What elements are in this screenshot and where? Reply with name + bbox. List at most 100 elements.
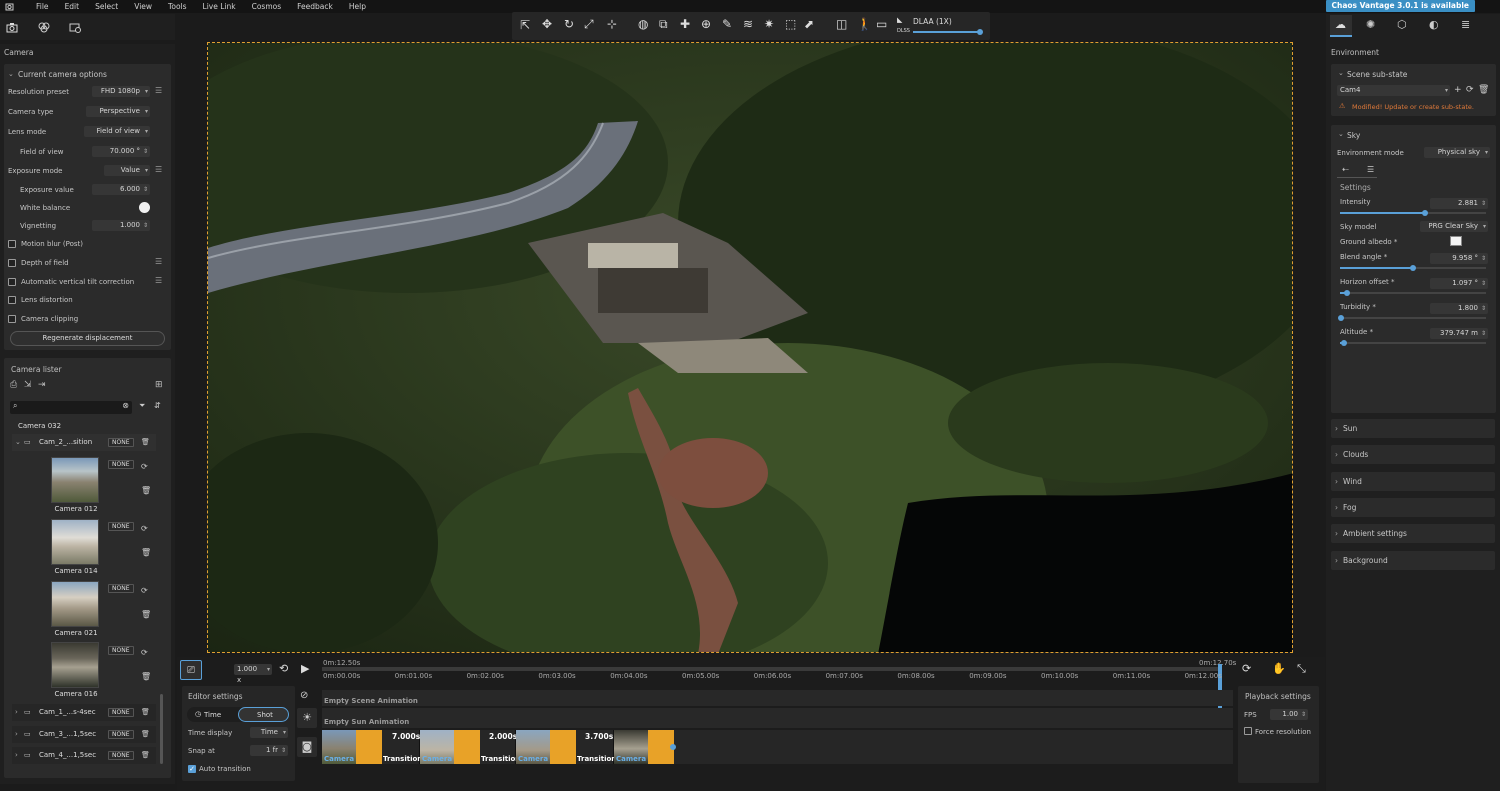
camera-clip[interactable]: Camera — [322, 730, 382, 764]
turbidity-input[interactable]: 1.800 ⇕ — [1430, 303, 1488, 314]
force-resolution-checkbox[interactable] — [1244, 727, 1252, 735]
vignetting-input[interactable]: 1.000 ⇕ — [92, 220, 150, 231]
camera-014-thumbnail[interactable] — [51, 519, 99, 565]
fps-input[interactable]: 1.00 ⇕ — [1270, 709, 1308, 720]
add-asset-icon[interactable]: ✚ — [680, 17, 690, 31]
trash-icon[interactable]: 🗑 — [141, 610, 151, 619]
time-display-select[interactable]: Time ▾ — [250, 727, 288, 738]
fog-section[interactable]: Fog — [1331, 498, 1495, 517]
field-of-view-input[interactable]: 70.000 ° ⇕ — [92, 146, 150, 157]
sliders-icon[interactable]: ☰ — [1367, 165, 1374, 174]
camera-clip[interactable]: Camera — [516, 730, 576, 764]
background-section[interactable]: Background — [1331, 551, 1495, 570]
dlss-icon[interactable]: ◣ — [897, 16, 902, 24]
sequencer-icon[interactable]: ⎚ — [180, 660, 202, 680]
sky-title[interactable]: Sky — [1347, 131, 1360, 140]
intensity-slider-knob[interactable] — [1421, 210, 1428, 216]
exposure-mode-select[interactable]: Value ▾ — [104, 165, 150, 176]
objects-tab-icon[interactable]: ⬡ — [1397, 18, 1407, 31]
chevron-down-icon[interactable]: ⌄ — [1338, 130, 1344, 138]
export-tool-icon[interactable]: ⬈ — [804, 17, 814, 31]
refresh-substate-icon[interactable]: ⟳ — [1466, 85, 1474, 95]
sky-model-select[interactable]: PRG Clear Sky ▾ — [1420, 221, 1488, 232]
timeline-range-bar[interactable] — [322, 667, 1220, 671]
tilt-correction-checkbox[interactable] — [8, 278, 16, 286]
snapshot-icon[interactable]: ◫ — [836, 17, 847, 31]
snap-at-input[interactable]: 1 fr ⇕ — [250, 745, 288, 756]
select-tool-icon[interactable]: ⇱ — [520, 18, 530, 32]
sync-icon[interactable]: ⟳ — [141, 524, 148, 533]
menu-live-link[interactable]: Live Link — [195, 2, 244, 11]
hand-tool-icon[interactable]: ✋ — [1272, 662, 1286, 675]
scatter-tool-icon[interactable]: ≋ — [743, 17, 753, 31]
motion-blur-checkbox[interactable] — [8, 240, 16, 248]
menu-view[interactable]: View — [126, 2, 160, 11]
trash-icon[interactable]: 🗑 — [141, 726, 150, 743]
altitude-slider[interactable] — [1340, 340, 1486, 346]
camera-032-item[interactable]: Camera 032 — [18, 422, 61, 430]
auto-transition-checkbox[interactable]: ✓ — [188, 765, 196, 773]
time-tab[interactable]: Time — [204, 711, 221, 719]
wind-section[interactable]: Wind — [1331, 472, 1495, 491]
chevron-down-icon[interactable]: ⌄ — [15, 434, 21, 451]
walk-mode-icon[interactable]: 🚶 — [857, 17, 872, 31]
ambient-settings-section[interactable]: Ambient settings — [1331, 524, 1495, 543]
scale-tool-icon[interactable]: ⤢ — [584, 17, 594, 32]
layers-tab-icon[interactable]: ≣ — [1461, 18, 1470, 31]
delete-substate-icon[interactable]: 🗑 — [1478, 85, 1489, 95]
menu-edit[interactable]: Edit — [57, 2, 88, 11]
camera-group-row[interactable]: › ▭ Cam_1_...s-4sec NONE 🗑 — [12, 704, 156, 721]
trash-icon[interactable]: 🗑 — [141, 548, 151, 557]
environment-mode-select[interactable]: Physical sky ▾ — [1424, 147, 1490, 158]
menu-feedback[interactable]: Feedback — [289, 2, 341, 11]
depth-of-field-checkbox[interactable] — [8, 259, 16, 267]
sync-icon[interactable]: ⟳ — [141, 648, 148, 657]
horizon-offset-input[interactable]: 1.097 ° ⇕ — [1430, 278, 1488, 289]
material-tool-icon[interactable]: ◍ — [638, 17, 648, 31]
filter-icon[interactable]: ⏷ — [139, 401, 145, 411]
lister-scrollbar[interactable] — [160, 694, 163, 764]
trash-icon[interactable]: 🗑 — [141, 747, 150, 764]
transition-none-badge[interactable]: NONE — [108, 708, 134, 717]
intensity-input[interactable]: 2.881 ⇕ — [1430, 198, 1488, 209]
turbidity-slider[interactable] — [1338, 315, 1486, 321]
transition-none-badge[interactable]: NONE — [108, 522, 134, 531]
transition-none-badge[interactable]: NONE — [108, 751, 134, 760]
stepper-icon[interactable]: ⇕ — [281, 745, 286, 756]
transition-clip[interactable]: 7.000s Transition — [382, 730, 422, 764]
sliders-icon[interactable]: ☰ — [155, 86, 162, 95]
blend-angle-slider[interactable] — [1340, 265, 1486, 271]
move-tool-icon[interactable]: ✥ — [542, 17, 552, 31]
camera-tab-icon[interactable] — [4, 19, 20, 35]
camera-search-input[interactable]: ⌕ ⊗ — [10, 401, 132, 414]
no-camera-icon[interactable]: ⊘ — [300, 690, 308, 701]
clear-search-icon[interactable]: ⊗ — [122, 401, 129, 410]
blend-angle-input[interactable]: 9.958 ° ⇕ — [1430, 253, 1488, 264]
camera-type-select[interactable]: Perspective ▾ — [86, 106, 150, 117]
transition-none-badge[interactable]: NONE — [108, 438, 134, 447]
sync-playback-icon[interactable]: ⟳ — [1242, 662, 1251, 675]
camera-group-row[interactable]: › ▭ Cam_4_...1,5sec NONE 🗑 — [12, 747, 156, 764]
display-icon[interactable]: ▭ — [876, 17, 887, 31]
sliders-icon[interactable]: ☰ — [155, 257, 162, 266]
sliders-icon[interactable]: ☰ — [155, 276, 162, 285]
camera-settings-tab-icon[interactable] — [67, 19, 83, 35]
effects-tab-icon[interactable] — [36, 19, 52, 35]
transition-none-badge[interactable]: NONE — [108, 730, 134, 739]
chevron-down-icon[interactable]: ⌄ — [1338, 69, 1344, 77]
add-substate-icon[interactable]: + — [1454, 85, 1462, 95]
clouds-section[interactable]: Clouds — [1331, 445, 1495, 464]
stepper-icon[interactable]: ⇕ — [1481, 278, 1486, 289]
sun-track-icon[interactable]: ☀ — [297, 708, 317, 728]
camera-016-thumbnail[interactable] — [51, 642, 99, 688]
stepper-icon[interactable]: ⇕ — [1481, 328, 1486, 339]
stepper-icon[interactable]: ⇕ — [1481, 198, 1486, 209]
lens-distortion-checkbox[interactable] — [8, 296, 16, 304]
ground-albedo-swatch[interactable] — [1450, 236, 1462, 246]
section-title[interactable]: Current camera options — [18, 70, 107, 79]
add-camera-icon[interactable]: ⎙ — [10, 380, 17, 390]
camera-group-row[interactable]: › ▭ Cam_3_...1,5sec NONE 🗑 — [12, 726, 156, 743]
intensity-slider[interactable] — [1340, 210, 1486, 216]
stepper-icon[interactable]: ⇕ — [143, 184, 148, 195]
transition-none-badge[interactable]: NONE — [108, 584, 134, 593]
